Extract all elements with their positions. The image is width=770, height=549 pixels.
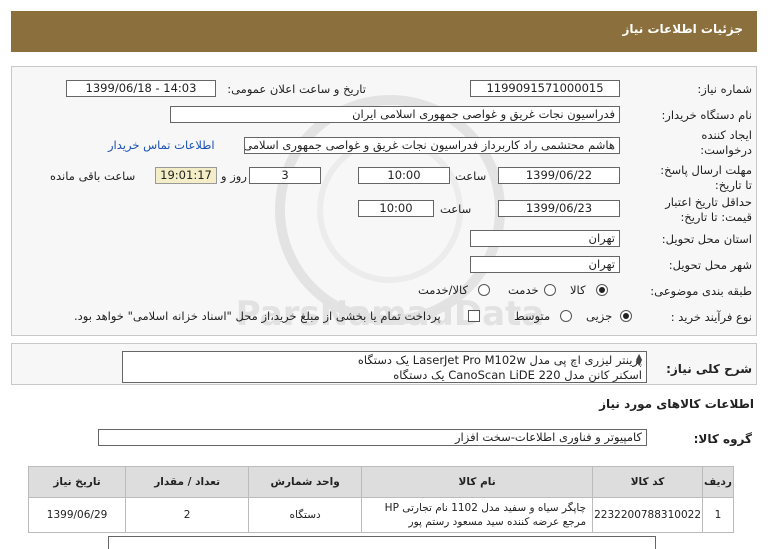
textarea-resize-icon[interactable]: ▲ ▼ <box>636 353 642 367</box>
category-goods-label: کالا <box>570 283 586 297</box>
category-service-radio[interactable] <box>544 284 556 296</box>
cell-unit: دستگاه <box>248 497 363 533</box>
table-row[interactable]: 1 2232200788310022 چاپگر سیاه و سفید مدل… <box>27 497 734 533</box>
validity-time-label: ساعت <box>440 202 472 216</box>
remaining-label: ساعت باقی مانده <box>50 169 136 183</box>
col-goods-name: نام کالا <box>361 466 594 498</box>
days-field: 3 <box>249 167 321 184</box>
page-title: جزئیات اطلاعات نیاز <box>622 22 743 36</box>
category-label: طبقه بندی موضوعی: <box>650 284 752 298</box>
province-label: استان محل تحویل: <box>661 232 752 246</box>
process-medium-radio[interactable] <box>560 310 572 322</box>
deadline-time-label: ساعت <box>455 169 487 183</box>
description-textarea[interactable]: پرینتر لیزری اچ پی مدل LaserJet Pro M102… <box>122 351 647 383</box>
deadline-date-field: 1399/06/22 <box>498 167 620 184</box>
process-label: نوع فرآیند خرید : <box>670 310 752 324</box>
process-medium-label: متوسط <box>514 309 551 323</box>
need-number-field: 1199091571000015 <box>470 80 620 97</box>
treasury-payment-checkbox[interactable] <box>468 310 480 322</box>
description-line-1: پرینتر لیزری اچ پی مدل LaserJet Pro M102… <box>357 353 642 367</box>
category-goods-service-label: کالا/خدمت <box>418 283 469 297</box>
validity-date-field: 1399/06/23 <box>498 200 620 217</box>
page-header: جزئیات اطلاعات نیاز <box>11 11 757 52</box>
description-line-2: اسکنر کانن مدل CanoScan LiDE 220 یک دستگ… <box>393 368 642 382</box>
goods-table: ردیف کد کالا نام کالا واحد شمارش تعداد /… <box>27 466 734 533</box>
cell-goods-code: 2232200788310022 <box>592 497 703 533</box>
category-goods-service-radio[interactable] <box>478 284 490 296</box>
days-label: روز و <box>221 169 247 183</box>
category-service-label: خدمت <box>508 283 539 297</box>
buyer-contact-link[interactable]: اطلاعات تماس خریدار <box>108 138 215 152</box>
buyer-org-field: فدراسیون نجات غریق و غواصی جمهوری اسلامی… <box>170 106 620 123</box>
table-header-row: ردیف کد کالا نام کالا واحد شمارش تعداد /… <box>27 466 734 498</box>
creator-label: ایجاد کننده درخواست: <box>700 128 752 157</box>
col-quantity: تعداد / مقدار <box>125 466 250 498</box>
col-unit: واحد شمارش <box>248 466 363 498</box>
deadline-label: مهلت ارسال پاسخ: تا تاریخ: <box>660 163 752 192</box>
col-need-date: تاریخ نیاز <box>27 466 127 498</box>
cell-row-number: 1 <box>702 497 734 533</box>
validity-label: حداقل تاریخ اعتبار قیمت: تا تاریخ: <box>665 195 752 224</box>
process-minor-radio[interactable] <box>620 310 632 322</box>
next-section-box <box>108 536 656 549</box>
buyer-org-label: نام دستگاه خریدار: <box>661 108 752 122</box>
col-row-number: ردیف <box>702 466 734 498</box>
process-minor-label: جزیی <box>586 309 613 323</box>
city-field: تهران <box>470 256 620 273</box>
creator-field: هاشم محتشمی راد کاربرداز فدراسیون نجات غ… <box>244 137 620 154</box>
description-label: شرح کلی نیاز: <box>666 362 752 376</box>
remaining-time-field: 19:01:17 <box>155 167 217 184</box>
col-goods-code: کد کالا <box>592 466 703 498</box>
province-field: تهران <box>470 230 620 247</box>
category-goods-radio[interactable] <box>596 284 608 296</box>
goods-group-field: کامپیوتر و فناوری اطلاعات-سخت افزار <box>98 429 647 446</box>
deadline-time-field: 10:00 <box>358 167 450 184</box>
announce-field: 1399/06/18 - 14:03 <box>66 80 216 97</box>
cell-need-date: 1399/06/29 <box>27 497 127 533</box>
city-label: شهر محل تحویل: <box>668 258 752 272</box>
announce-label: تاریخ و ساعت اعلان عمومی: <box>227 82 366 96</box>
cell-goods-name: چاپگر سیاه و سفید مدل 1102 نام تجارتی HP… <box>361 497 594 533</box>
treasury-payment-note: پرداخت تمام یا بخشی از مبلغ خرید،از محل … <box>74 309 441 323</box>
goods-info-title: اطلاعات کالاهای مورد نیاز <box>599 397 754 411</box>
validity-time-field: 10:00 <box>358 200 434 217</box>
goods-group-label: گروه کالا: <box>693 432 752 446</box>
need-number-label: شماره نیاز: <box>697 82 752 96</box>
cell-quantity: 2 <box>125 497 250 533</box>
